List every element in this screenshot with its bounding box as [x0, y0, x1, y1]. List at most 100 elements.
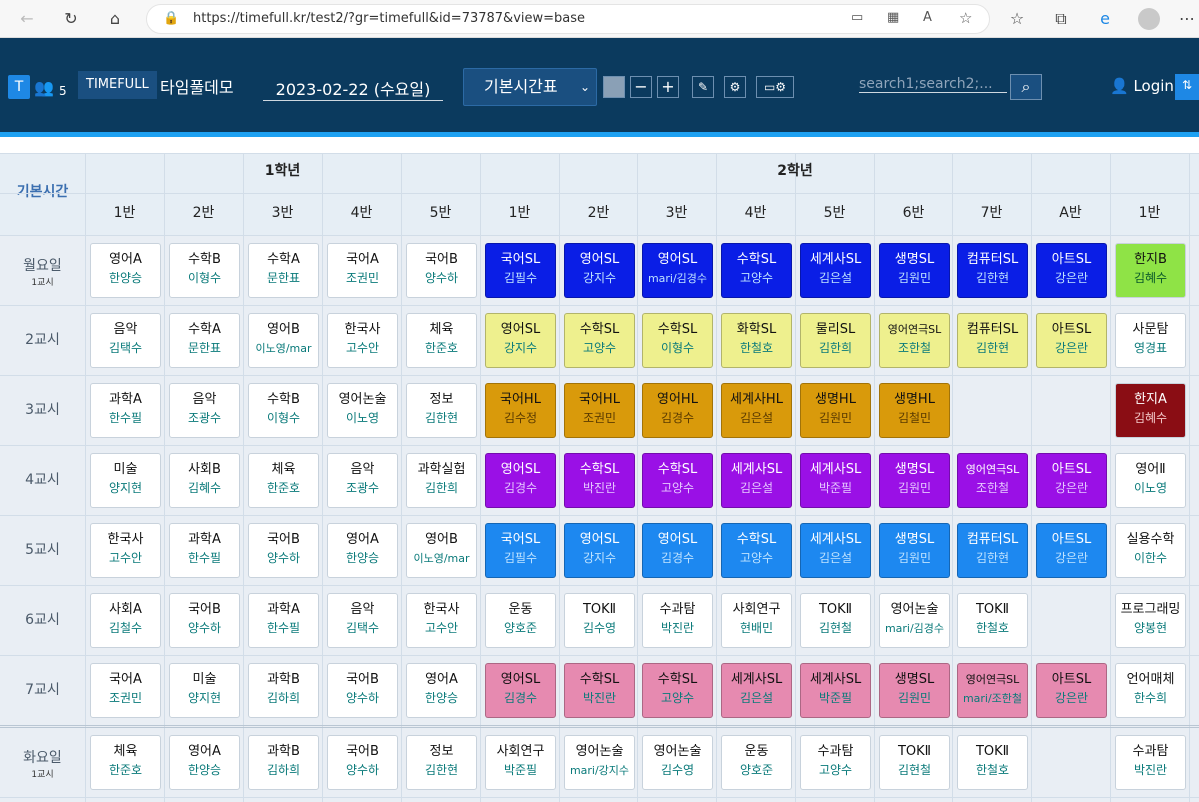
class-cell[interactable]: 프로그래밍 양봉현 — [1115, 593, 1186, 648]
class-cell[interactable]: 영어연극SL mari/조한철 — [957, 663, 1028, 718]
class-cell[interactable]: TOKⅡ 한철호 — [957, 735, 1028, 790]
class-cell[interactable]: 수학SL 고양수 — [721, 243, 792, 298]
login-link[interactable]: 👤 Login — [1110, 77, 1174, 95]
class-cell[interactable]: 생명HL 김철민 — [879, 383, 950, 438]
class-cell[interactable]: 영어SL 김경수 — [485, 453, 556, 508]
class-cell[interactable]: 영어논술 이노영 — [327, 383, 398, 438]
class-cell[interactable]: 세계사HL 김은설 — [721, 383, 792, 438]
class-cell[interactable]: 과학B 김하희 — [248, 663, 319, 718]
class-cell[interactable]: 아트SL 강은란 — [1036, 243, 1107, 298]
favorites-icon[interactable]: ☆ — [1004, 6, 1030, 32]
class-cell[interactable]: 국어B 양수하 — [327, 663, 398, 718]
user-edit-icon[interactable]: ✎ — [692, 76, 714, 98]
class-cell[interactable]: 과학A 한수필 — [169, 523, 240, 578]
class-cell[interactable]: 체육 한준호 — [406, 313, 477, 368]
collections-icon[interactable]: ⧉ — [1048, 6, 1074, 32]
class-cell[interactable]: 국어SL 김필수 — [485, 243, 556, 298]
class-cell[interactable]: 사문탐 영경표 — [1115, 313, 1186, 368]
class-cell[interactable]: 수학SL 고양수 — [642, 663, 713, 718]
class-cell[interactable]: 영어논술 mari/김경수 — [879, 593, 950, 648]
class-cell[interactable]: 영어논술 mari/강지수 — [564, 735, 635, 790]
class-cell[interactable]: 영어SL 강지수 — [485, 313, 556, 368]
class-cell[interactable]: 세계사SL 김은설 — [800, 243, 871, 298]
profile-avatar-icon[interactable] — [1138, 8, 1160, 30]
search-input[interactable]: search1;search2;... — [859, 76, 1007, 93]
class-cell[interactable]: 영어B 이노영/mar — [248, 313, 319, 368]
class-cell[interactable]: 정보 김한현 — [406, 383, 477, 438]
class-cell[interactable]: 영어HL 김경수 — [642, 383, 713, 438]
read-aloud-icon[interactable]: A — [923, 10, 932, 25]
edge-icon[interactable]: e — [1092, 6, 1118, 32]
class-cell[interactable]: 수학A 문한표 — [169, 313, 240, 368]
class-cell[interactable]: 미술 양지현 — [90, 453, 161, 508]
home-icon[interactable]: ⌂ — [102, 6, 128, 32]
class-cell[interactable]: 세계사SL 김은설 — [721, 663, 792, 718]
apps-icon[interactable]: ▦ — [887, 10, 899, 25]
class-cell[interactable]: 국어B 양수하 — [169, 593, 240, 648]
class-cell[interactable]: 물리SL 김한희 — [800, 313, 871, 368]
class-cell[interactable]: 체육 한준호 — [90, 735, 161, 790]
class-cell[interactable]: 국어B 양수하 — [406, 243, 477, 298]
class-cell[interactable]: 세계사SL 김은설 — [721, 453, 792, 508]
class-cell[interactable]: 한국사 고수안 — [90, 523, 161, 578]
class-cell[interactable]: TOKⅡ 한철호 — [957, 593, 1028, 648]
screen-settings-icon[interactable]: ▭⚙ — [756, 76, 794, 98]
class-cell[interactable]: 운동 양호준 — [485, 593, 556, 648]
class-cell[interactable]: 수과탐 고양수 — [800, 735, 871, 790]
read-mode-icon[interactable]: ▭ — [851, 10, 863, 25]
class-cell[interactable]: 컴퓨터SL 김한현 — [957, 313, 1028, 368]
class-cell[interactable]: 세계사SL 박준필 — [800, 453, 871, 508]
class-cell[interactable]: 국어SL 김필수 — [485, 523, 556, 578]
class-cell[interactable]: 한국사 고수안 — [327, 313, 398, 368]
class-cell[interactable]: 음악 조광수 — [327, 453, 398, 508]
more-icon[interactable]: ⋯ — [1174, 6, 1199, 32]
plus-button[interactable]: + — [657, 76, 679, 98]
class-cell[interactable]: 아트SL 강은란 — [1036, 523, 1107, 578]
class-cell[interactable]: 영어연극SL 조한철 — [957, 453, 1028, 508]
user-settings-icon[interactable]: ⚙ — [724, 76, 746, 98]
class-cell[interactable]: 실용수학 이한수 — [1115, 523, 1186, 578]
class-cell[interactable]: 영어B 이노영/mar — [406, 523, 477, 578]
class-cell[interactable]: 영어A 한양승 — [90, 243, 161, 298]
class-cell[interactable]: 영어A 한양승 — [406, 663, 477, 718]
class-cell[interactable]: 국어B 양수하 — [327, 735, 398, 790]
class-cell[interactable]: 수학B 이형수 — [169, 243, 240, 298]
class-cell[interactable]: 영어논술 김수영 — [642, 735, 713, 790]
back-icon[interactable]: ← — [14, 6, 40, 32]
favorite-add-icon[interactable]: ☆ — [959, 9, 972, 27]
class-cell[interactable]: 과학A 한수필 — [248, 593, 319, 648]
class-cell[interactable]: 수과탐 박진란 — [642, 593, 713, 648]
class-cell[interactable]: 생명HL 김원민 — [800, 383, 871, 438]
class-cell[interactable]: 생명SL 김원민 — [879, 243, 950, 298]
stop-square-button[interactable] — [603, 76, 625, 98]
class-cell[interactable]: 수과탐 박진란 — [1115, 735, 1186, 790]
class-cell[interactable]: 아트SL 강은란 — [1036, 663, 1107, 718]
class-cell[interactable]: 수학SL 이형수 — [642, 313, 713, 368]
class-cell[interactable]: 영어SL 김경수 — [485, 663, 556, 718]
t-logo-icon[interactable]: T — [8, 75, 30, 99]
toggle-icon[interactable]: ⇅ — [1175, 74, 1199, 100]
class-cell[interactable]: 국어HL 조권민 — [564, 383, 635, 438]
class-cell[interactable]: 한지A 김혜수 — [1115, 383, 1186, 438]
class-cell[interactable]: 수학SL 박진란 — [564, 453, 635, 508]
class-cell[interactable]: 미술 양지현 — [169, 663, 240, 718]
class-cell[interactable]: 아트SL 강은란 — [1036, 313, 1107, 368]
class-cell[interactable]: 수학SL 고양수 — [564, 313, 635, 368]
class-cell[interactable]: 수학SL 고양수 — [721, 523, 792, 578]
class-cell[interactable]: 한지B 김혜수 — [1115, 243, 1186, 298]
class-cell[interactable]: 생명SL 김원민 — [879, 663, 950, 718]
class-cell[interactable]: 음악 김택수 — [90, 313, 161, 368]
class-cell[interactable]: 사회연구 현배민 — [721, 593, 792, 648]
minus-button[interactable]: − — [630, 76, 652, 98]
class-cell[interactable]: 언어매체 한수희 — [1115, 663, 1186, 718]
class-cell[interactable]: 생명SL 김원민 — [879, 523, 950, 578]
class-cell[interactable]: 사회A 김철수 — [90, 593, 161, 648]
class-cell[interactable]: TOKⅡ 김현철 — [800, 593, 871, 648]
address-bar[interactable]: 🔒 https://timefull.kr/test2/?gr=timefull… — [146, 4, 990, 34]
class-cell[interactable]: 정보 김한현 — [406, 735, 477, 790]
class-cell[interactable]: 음악 김택수 — [327, 593, 398, 648]
class-cell[interactable]: 국어HL 김수정 — [485, 383, 556, 438]
class-cell[interactable]: 세계사SL 박준필 — [800, 663, 871, 718]
class-cell[interactable]: 영어SL 김경수 — [642, 523, 713, 578]
class-cell[interactable]: 국어A 조권민 — [90, 663, 161, 718]
